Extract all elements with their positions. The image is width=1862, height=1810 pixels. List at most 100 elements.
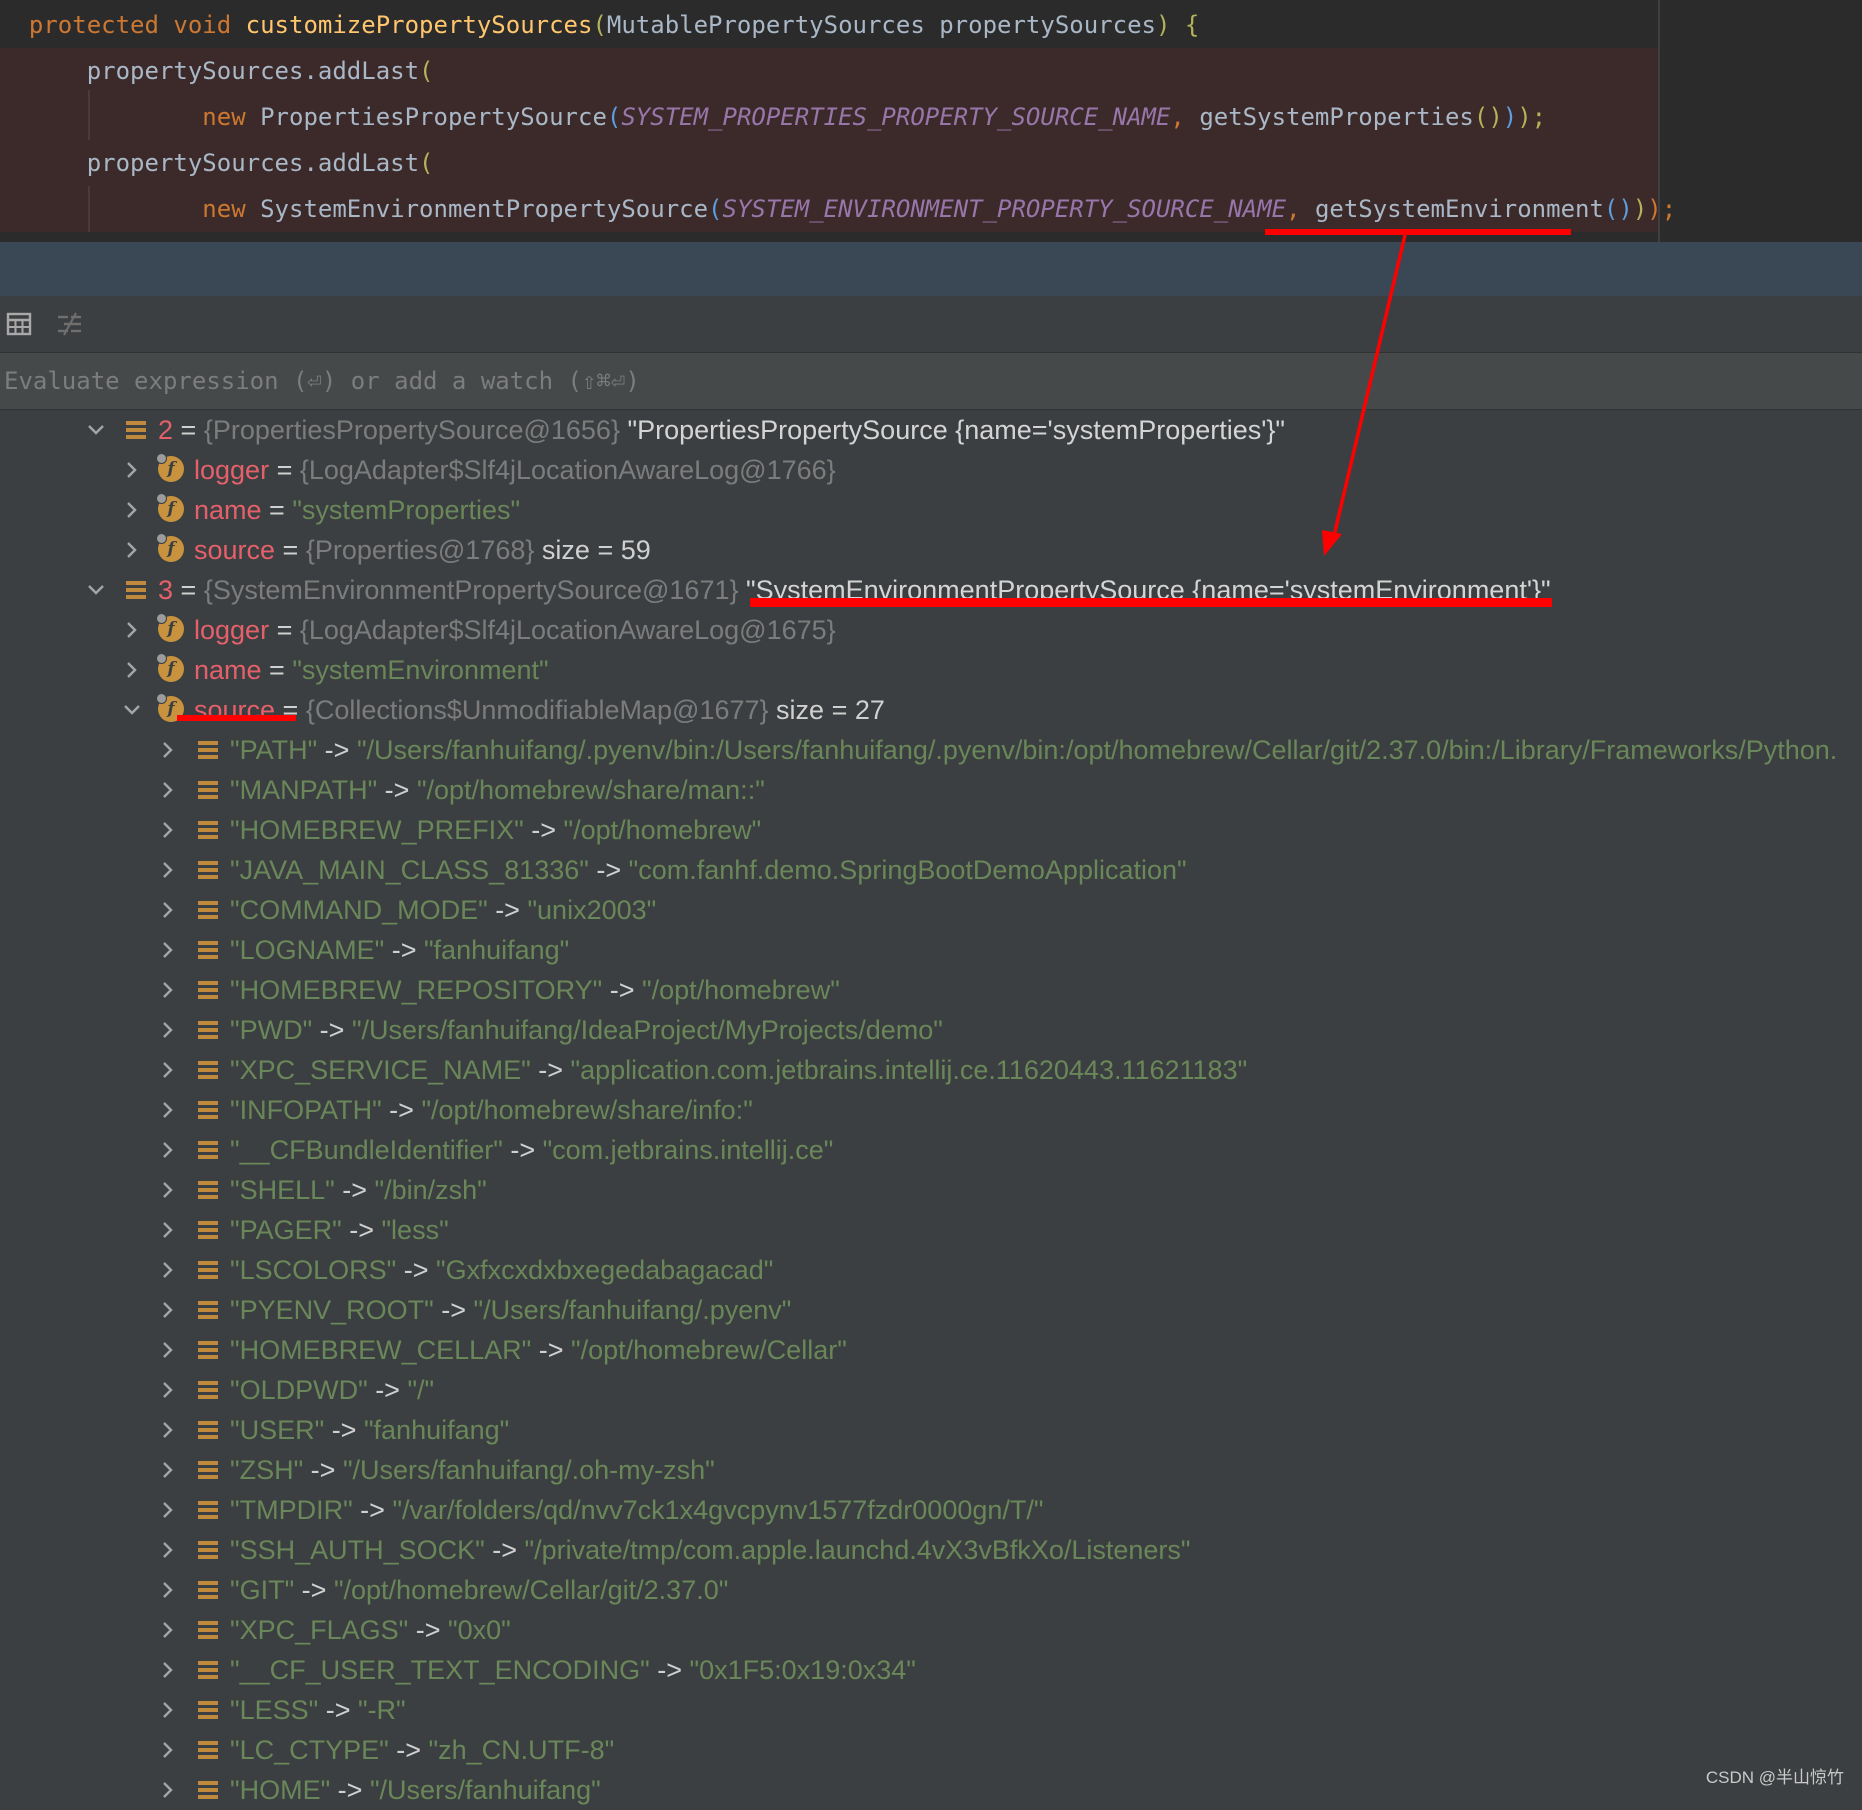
map-entry-row[interactable]: "PYENV_ROOT" -> "/Users/fanhuifang/.pyen… [0,1290,1862,1330]
chevron-right-icon[interactable] [156,1090,180,1130]
entry-arrow: -> [502,1135,543,1165]
chevron-right-icon[interactable] [156,770,180,810]
field-row-source[interactable]: f source = {Collections$UnmodifiableMap@1… [0,690,1862,730]
map-entry-row[interactable]: "XPC_FLAGS" -> "0x0" [0,1610,1862,1650]
class-name: PropertiesPropertySource [260,103,607,131]
entry-arrow: -> [303,1455,343,1485]
map-entry-row[interactable]: "LSCOLORS" -> "Gxfxcxdxbxegedabagacad" [0,1250,1862,1290]
map-entry-row[interactable]: "__CF_USER_TEXT_ENCODING" -> "0x1F5:0x19… [0,1650,1862,1690]
entry-value: "0x0" [448,1615,511,1645]
chevron-right-icon[interactable] [156,1210,180,1250]
chevron-right-icon[interactable] [156,1010,180,1050]
map-entry-row[interactable]: "USER" -> "fanhuifang" [0,1410,1862,1450]
chevron-right-icon[interactable] [156,1770,180,1810]
map-entry-row[interactable]: "MANPATH" -> "/opt/homebrew/share/man::" [0,770,1862,810]
panel-splitter[interactable] [0,242,1862,296]
code-editor[interactable]: protected void customizePropertySources(… [0,0,1862,242]
chevron-right-icon[interactable] [156,850,180,890]
map-entry-row[interactable]: "PAGER" -> "less" [0,1210,1862,1250]
chevron-down-icon[interactable] [84,570,108,610]
row-text: source = {Collections$UnmodifiableMap@16… [194,690,885,730]
chevron-right-icon[interactable] [156,930,180,970]
entry-arrow: -> [523,815,564,845]
field-reference: {Properties@1768} [305,535,535,565]
entry-value: "-R" [357,1695,406,1725]
row-text: "USER" -> "fanhuifang" [230,1410,509,1450]
chevron-right-icon[interactable] [156,1130,180,1170]
field-size: size = 27 [776,695,885,725]
chevron-right-icon[interactable] [156,1370,180,1410]
map-entry-row[interactable]: "GIT" -> "/opt/homebrew/Cellar/git/2.37.… [0,1570,1862,1610]
map-entry-row[interactable]: "JAVA_MAIN_CLASS_81336" -> "com.fanhf.de… [0,850,1862,890]
map-entry-row[interactable]: "LESS" -> "-R" [0,1690,1862,1730]
chevron-right-icon[interactable] [156,1170,180,1210]
map-entry-row[interactable]: "PWD" -> "/Users/fanhuifang/IdeaProject/… [0,1010,1862,1050]
chevron-right-icon[interactable] [120,650,144,690]
row-text: "__CF_USER_TEXT_ENCODING" -> "0x1F5:0x19… [230,1650,916,1690]
chevron-right-icon[interactable] [120,610,144,650]
evaluate-expression-input[interactable] [4,353,1804,409]
entry-arrow: -> [484,1535,525,1565]
field-row-source[interactable]: f source = {Properties@1768} size = 59 [0,530,1862,570]
hide-fields-icon[interactable] [56,310,84,338]
row-text: "HOMEBREW_PREFIX" -> "/opt/homebrew" [230,810,761,850]
chevron-down-icon[interactable] [84,410,108,450]
chevron-down-icon[interactable] [120,690,144,730]
map-entry-row[interactable]: "COMMAND_MODE" -> "unix2003" [0,890,1862,930]
chevron-right-icon[interactable] [156,890,180,930]
chevron-right-icon[interactable] [156,810,180,850]
map-entry-row[interactable]: "ZSH" -> "/Users/fanhuifang/.oh-my-zsh" [0,1450,1862,1490]
field-icon: f [156,653,184,682]
map-entry-row[interactable]: "HOMEBREW_CELLAR" -> "/opt/homebrew/Cell… [0,1330,1862,1370]
chevron-right-icon[interactable] [156,1730,180,1770]
chevron-right-icon[interactable] [120,450,144,490]
map-entry-row[interactable]: "HOMEBREW_REPOSITORY" -> "/opt/homebrew" [0,970,1862,1010]
map-entry-row[interactable]: "LC_CTYPE" -> "zh_CN.UTF-8" [0,1730,1862,1770]
chevron-right-icon[interactable] [156,1650,180,1690]
chevron-right-icon[interactable] [156,730,180,770]
map-entry-row[interactable]: "TMPDIR" -> "/var/folders/qd/nvv7ck1x4gv… [0,1490,1862,1530]
entry-arrow: -> [649,1655,690,1685]
entry-value: "/opt/homebrew/share/man::" [416,775,765,805]
field-row-logger[interactable]: f logger = {LogAdapter$Slf4jLocationAware… [0,450,1862,490]
chevron-right-icon[interactable] [156,1290,180,1330]
map-entry-row[interactable]: "HOME" -> "/Users/fanhuifang" [0,1770,1862,1810]
field-row-name[interactable]: f name = "systemProperties" [0,490,1862,530]
chevron-right-icon[interactable] [156,1450,180,1490]
field-row-name[interactable]: f name = "systemEnvironment" [0,650,1862,690]
row-text: source = {Properties@1768} size = 59 [194,530,651,570]
chevron-right-icon[interactable] [120,490,144,530]
table-view-icon[interactable] [5,310,33,338]
map-entry-row[interactable]: "INFOPATH" -> "/opt/homebrew/share/info:… [0,1090,1862,1130]
entry-key: "PWD" [230,1015,313,1045]
chevron-right-icon[interactable] [156,1250,180,1290]
map-entry-row[interactable]: "__CFBundleIdentifier" -> "com.jetbrains… [0,1130,1862,1170]
entry-value: "/opt/homebrew/share/info:" [421,1095,753,1125]
chevron-right-icon[interactable] [156,1610,180,1650]
map-entry-row[interactable]: "SHELL" -> "/bin/zsh" [0,1170,1862,1210]
stack-icon [198,1341,218,1359]
row-text: "XPC_SERVICE_NAME" -> "application.com.j… [230,1050,1247,1090]
map-entry-row[interactable]: "SSH_AUTH_SOCK" -> "/private/tmp/com.app… [0,1530,1862,1570]
chevron-right-icon[interactable] [156,1490,180,1530]
entry-key: "INFOPATH" [230,1095,382,1125]
chevron-right-icon[interactable] [120,530,144,570]
chevron-right-icon[interactable] [156,1690,180,1730]
tree-node-2[interactable]: 2 = {PropertiesPropertySource@1656} "Pro… [0,410,1862,450]
map-entry-row[interactable]: "OLDPWD" -> "/" [0,1370,1862,1410]
map-entry-row[interactable]: "PATH" -> "/Users/fanhuifang/.pyenv/bin:… [0,730,1862,770]
chevron-right-icon[interactable] [156,1530,180,1570]
field-row-logger[interactable]: f logger = {LogAdapter$Slf4jLocationAware… [0,610,1862,650]
equals-sign: = [275,535,306,565]
chevron-right-icon[interactable] [156,970,180,1010]
row-text: "JAVA_MAIN_CLASS_81336" -> "com.fanhf.de… [230,850,1187,890]
map-entry-row[interactable]: "HOMEBREW_PREFIX" -> "/opt/homebrew" [0,810,1862,850]
chevron-right-icon[interactable] [156,1410,180,1450]
node-index: 3 [158,575,174,605]
chevron-right-icon[interactable] [156,1050,180,1090]
map-entry-row[interactable]: "XPC_SERVICE_NAME" -> "application.com.j… [0,1050,1862,1090]
chevron-right-icon[interactable] [156,1330,180,1370]
map-entry-row[interactable]: "LOGNAME" -> "fanhuifang" [0,930,1862,970]
code-line-5: new SystemEnvironmentPropertySource(SYST… [0,186,1676,232]
chevron-right-icon[interactable] [156,1570,180,1610]
